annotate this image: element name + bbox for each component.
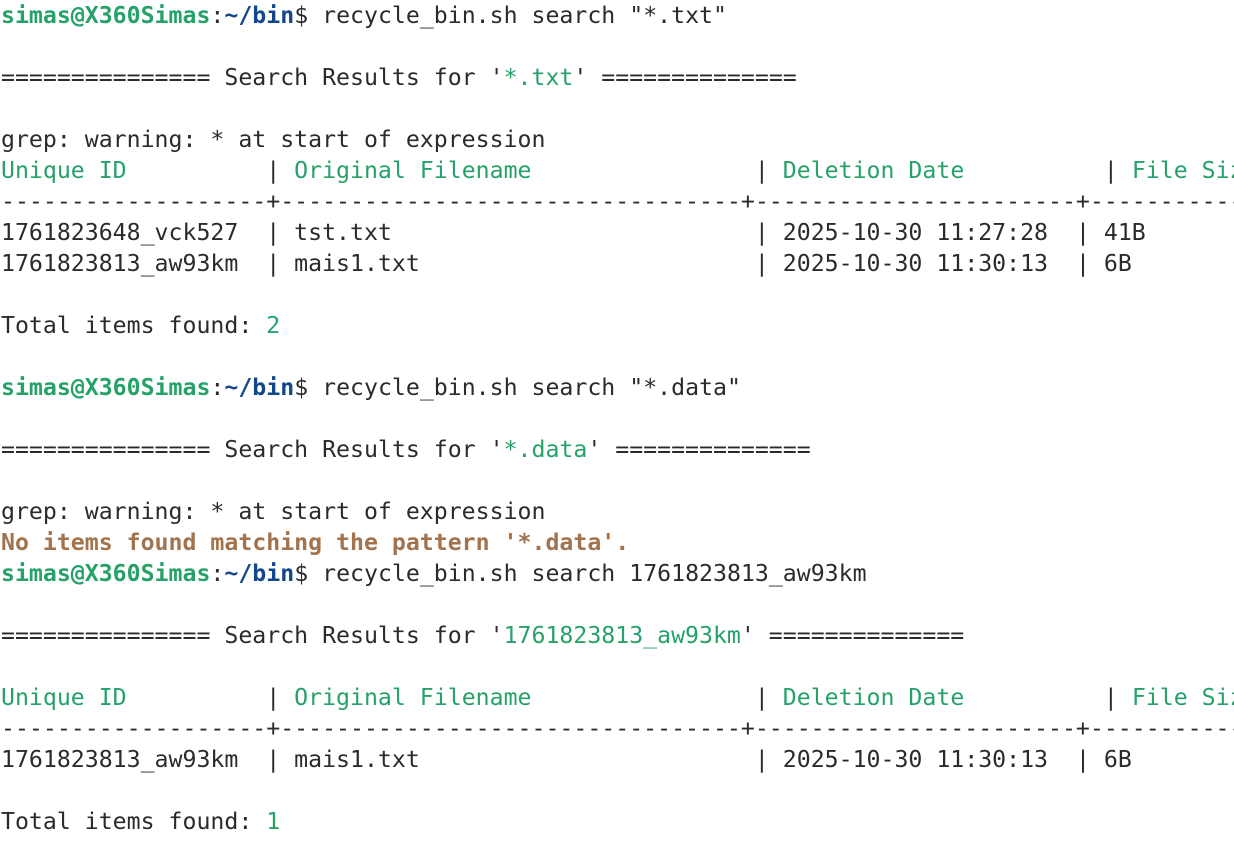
header-original-filename: Original Filename <box>294 157 532 184</box>
header-separator: | <box>1103 157 1132 184</box>
prompt-symbol: $ <box>294 374 323 401</box>
search-pattern: *.data <box>503 436 588 463</box>
search-pattern: *.txt <box>503 64 574 91</box>
terminal-output[interactable]: simas@X360Simas:~/bin$ recycle_bin.sh se… <box>0 0 1234 837</box>
cell-original-filename: | tst.txt <box>266 219 755 246</box>
header-unique-id: Unique ID <box>1 157 127 184</box>
header-separator: | <box>1103 684 1132 711</box>
command-line: simas@X360Simas:~/bin$ recycle_bin.sh se… <box>1 372 1234 403</box>
total-items: Total items found: 1 <box>1 806 1234 837</box>
cell-file-size: | 6B <box>1075 250 1132 277</box>
results-suffix: ' ============== <box>587 436 811 463</box>
header-deletion-date: Deletion Date <box>782 157 965 184</box>
prompt-path: ~/bin <box>224 374 295 401</box>
results-header: =============== Search Results for '*.tx… <box>1 62 1234 93</box>
header-unique-id: Unique ID <box>1 684 127 711</box>
prompt-symbol: $ <box>294 560 323 587</box>
prompt-colon: : <box>210 374 225 401</box>
total-count: 2 <box>266 312 281 339</box>
prompt-user-host: simas@X360Simas <box>1 2 211 29</box>
header-separator: | <box>754 157 783 184</box>
cell-file-size: | 41B <box>1075 219 1146 246</box>
total-label: Total items found: <box>1 808 267 835</box>
results-suffix: ' ============== <box>573 64 797 91</box>
total-label: Total items found: <box>1 312 267 339</box>
header-separator: | <box>266 684 295 711</box>
grep-warning: grep: warning: * at start of expression <box>1 126 546 153</box>
header-separator: | <box>266 157 295 184</box>
table-row: 1761823648_vck527 | tst.txt | 2025-10-30… <box>1 217 1234 248</box>
results-header: =============== Search Results for '1761… <box>1 620 1234 651</box>
grep-warning: grep: warning: * at start of expression <box>1 498 546 525</box>
command-text: recycle_bin.sh search "*.txt" <box>322 2 727 29</box>
cell-file-size: | 6B <box>1075 746 1132 773</box>
results-prefix: =============== Search Results for ' <box>1 622 504 649</box>
results-prefix: =============== Search Results for ' <box>1 64 504 91</box>
cell-unique-id: 1761823813_aw93km <box>1 250 267 277</box>
command-line: simas@X360Simas:~/bin$ recycle_bin.sh se… <box>1 0 1234 31</box>
results-suffix: ' ============== <box>740 622 965 649</box>
cell-deletion-date: | 2025-10-30 11:27:28 <box>754 219 1076 246</box>
header-deletion-date: Deletion Date <box>782 684 965 711</box>
header-separator: | <box>754 684 783 711</box>
results-prefix: =============== Search Results for ' <box>1 436 504 463</box>
no-items-message: No items found matching the pattern '*.d… <box>1 529 630 556</box>
header-file-size: File Size <box>1131 157 1234 184</box>
search-pattern: 1761823813_aw93km <box>503 622 741 649</box>
cell-unique-id: 1761823813_aw93km <box>1 746 267 773</box>
table-row: 1761823813_aw93km | mais1.txt | 2025-10-… <box>1 744 1234 775</box>
prompt-user-host: simas@X360Simas <box>1 374 211 401</box>
header-original-filename: Original Filename <box>294 684 532 711</box>
prompt-colon: : <box>210 560 225 587</box>
command-text: recycle_bin.sh search "*.data" <box>322 374 741 401</box>
command-text: recycle_bin.sh search 1761823813_aw93km <box>322 560 867 587</box>
cell-original-filename: | mais1.txt <box>266 746 755 773</box>
table-separator: -------------------+--------------------… <box>1 715 1234 742</box>
table-separator: -------------------+--------------------… <box>1 188 1234 215</box>
cell-unique-id: 1761823648_vck527 <box>1 219 267 246</box>
results-header: =============== Search Results for '*.da… <box>1 434 1234 465</box>
prompt-user-host: simas@X360Simas <box>1 560 211 587</box>
header-file-size: File Size <box>1131 684 1234 711</box>
table-header: Unique ID | Original Filename | Deletion… <box>1 155 1234 186</box>
prompt-path: ~/bin <box>224 2 295 29</box>
table-row: 1761823813_aw93km | mais1.txt | 2025-10-… <box>1 248 1234 279</box>
cell-deletion-date: | 2025-10-30 11:30:13 <box>754 746 1076 773</box>
cell-deletion-date: | 2025-10-30 11:30:13 <box>754 250 1076 277</box>
total-items: Total items found: 2 <box>1 310 1234 341</box>
prompt-symbol: $ <box>294 2 323 29</box>
command-line: simas@X360Simas:~/bin$ recycle_bin.sh se… <box>1 558 1234 589</box>
prompt-path: ~/bin <box>224 560 295 587</box>
table-header: Unique ID | Original Filename | Deletion… <box>1 682 1234 713</box>
cell-original-filename: | mais1.txt <box>266 250 755 277</box>
total-count: 1 <box>266 808 281 835</box>
prompt-colon: : <box>210 2 225 29</box>
